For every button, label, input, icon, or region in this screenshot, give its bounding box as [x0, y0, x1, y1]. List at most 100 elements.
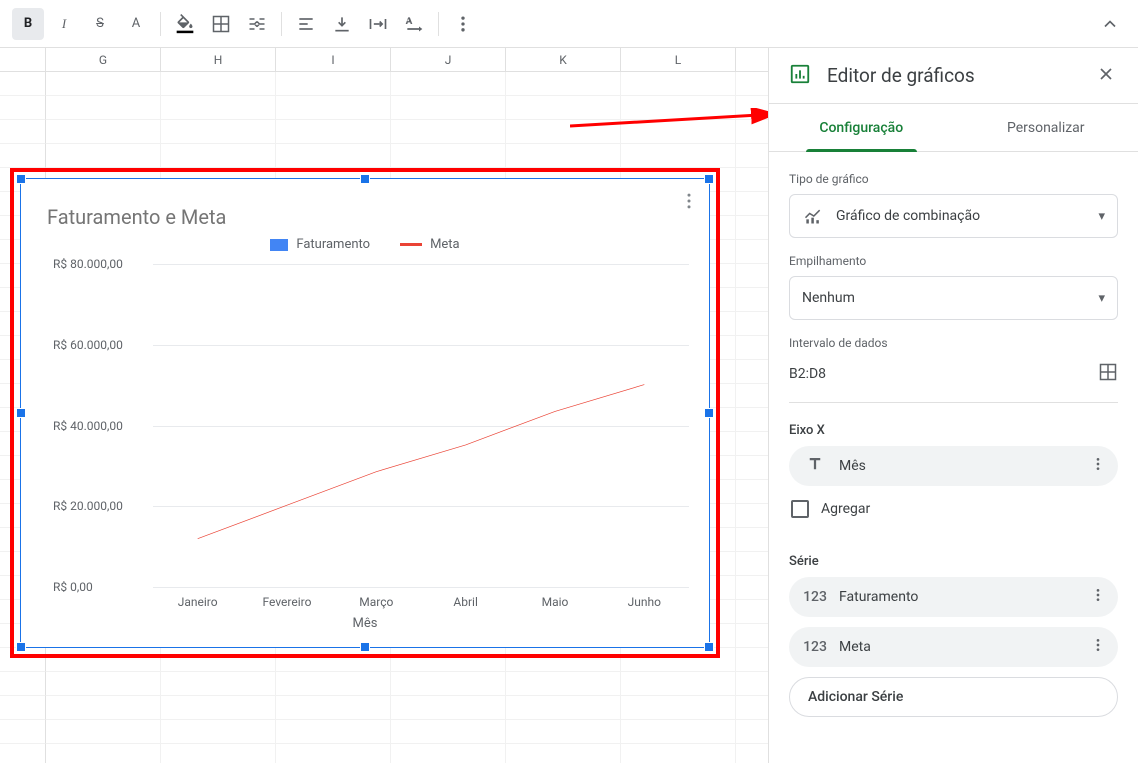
col-header[interactable]: L	[621, 48, 736, 71]
more-button[interactable]	[447, 8, 479, 40]
toolbar-separator	[438, 12, 439, 36]
legend-swatch-bar	[270, 239, 288, 251]
number-type-icon: 123	[803, 589, 827, 605]
align-left-icon	[296, 14, 316, 34]
resize-handle[interactable]	[16, 642, 26, 652]
add-series-button[interactable]: Adicionar Série	[789, 677, 1118, 717]
col-corner	[0, 48, 46, 71]
panel-header: Editor de gráficos	[769, 48, 1138, 104]
grid-icon	[1098, 362, 1118, 382]
data-range-value: B2:D8	[789, 366, 826, 382]
strikethrough-button[interactable]: S	[84, 8, 116, 40]
legend-swatch-line	[400, 243, 422, 246]
collapse-toolbar-button[interactable]	[1094, 8, 1126, 40]
valign-bottom-icon	[332, 14, 352, 34]
tab-setup[interactable]: Configuração	[769, 104, 954, 151]
italic-button[interactable]: I	[48, 8, 80, 40]
italic-icon: I	[62, 16, 66, 32]
valign-button[interactable]	[326, 8, 358, 40]
y-tick-label: R$ 60.000,00	[53, 338, 123, 352]
merge-icon	[247, 14, 267, 34]
col-header[interactable]: M	[736, 48, 768, 71]
chart-object[interactable]: Faturamento e Meta Faturamento Meta R$ 0…	[20, 178, 710, 648]
xaxis-field[interactable]: Mês	[789, 446, 1118, 486]
border-all-icon	[211, 14, 231, 34]
x-tick-label: Junho	[628, 595, 661, 609]
stacking-dropdown[interactable]: Nenhum ▾	[789, 276, 1118, 320]
resize-handle[interactable]	[16, 174, 26, 184]
col-header[interactable]: G	[46, 48, 161, 71]
resize-handle[interactable]	[704, 642, 714, 652]
y-tick-label: R$ 80.000,00	[53, 257, 123, 271]
series-section-label: Série	[789, 554, 1118, 569]
pill-label: Mês	[839, 458, 1074, 474]
x-axis-title: Mês	[353, 616, 378, 631]
aggregate-checkbox[interactable]	[791, 500, 809, 518]
chart-plot-area: R$ 0,00R$ 20.000,00R$ 40.000,00R$ 60.000…	[53, 264, 689, 587]
resize-handle[interactable]	[16, 408, 26, 418]
x-tick-label: Fevereiro	[263, 595, 312, 609]
merge-cells-button[interactable]	[241, 8, 273, 40]
chart-title: Faturamento e Meta	[47, 205, 226, 229]
stacking-label: Empilhamento	[789, 254, 1118, 268]
align-button[interactable]	[290, 8, 322, 40]
field-menu-button[interactable]	[1086, 452, 1110, 480]
col-header[interactable]: H	[161, 48, 276, 71]
x-tick-label: Janeiro	[178, 595, 218, 609]
column-headers: G H I J K L M	[0, 48, 768, 72]
x-tick-label: Abril	[453, 595, 477, 609]
text-wrap-button[interactable]	[362, 8, 394, 40]
close-icon	[1096, 64, 1116, 84]
bold-icon: B	[24, 16, 32, 31]
chart-type-dropdown[interactable]: Gráfico de combinação ▾	[789, 194, 1118, 238]
legend-item-faturamento: Faturamento	[270, 237, 370, 252]
field-menu-button[interactable]	[1086, 583, 1110, 611]
resize-handle[interactable]	[360, 642, 370, 652]
spreadsheet-area[interactable]: G H I J K L M Faturamento e Meta	[0, 48, 768, 763]
legend-item-meta: Meta	[400, 237, 460, 252]
paint-bucket-icon	[175, 14, 195, 34]
dropdown-value: Nenhum	[802, 290, 1086, 306]
fill-color-button[interactable]	[169, 8, 201, 40]
select-range-button[interactable]	[1098, 362, 1118, 386]
gridline	[153, 587, 689, 588]
data-range-label: Intervalo de dados	[789, 336, 1118, 350]
legend-label: Meta	[430, 237, 460, 252]
tab-customize[interactable]: Personalizar	[954, 104, 1138, 151]
resize-handle[interactable]	[704, 174, 714, 184]
combo-chart-icon	[802, 206, 824, 226]
chart-menu-button[interactable]	[679, 191, 699, 215]
aggregate-label: Agregar	[821, 501, 870, 517]
aggregate-row: Agregar	[789, 496, 1118, 534]
data-range-row: B2:D8	[789, 358, 1118, 403]
col-header[interactable]: J	[391, 48, 506, 71]
series-field-meta[interactable]: 123 Meta	[789, 627, 1118, 667]
bold-button[interactable]: B	[12, 8, 44, 40]
chart-editor-icon	[789, 63, 811, 89]
text-color-button[interactable]: A	[120, 8, 152, 40]
close-button[interactable]	[1090, 58, 1122, 94]
caret-down-icon: ▾	[1098, 291, 1105, 306]
field-menu-button[interactable]	[1086, 633, 1110, 661]
more-vertical-icon	[1090, 637, 1106, 653]
text-color-icon: A	[132, 16, 140, 31]
chart-editor-panel: Editor de gráficos Configuração Personal…	[768, 48, 1138, 763]
x-tick-label: Maio	[542, 595, 569, 609]
col-header[interactable]: I	[276, 48, 391, 71]
col-header[interactable]: K	[506, 48, 621, 71]
text-rotation-button[interactable]	[398, 8, 430, 40]
chart-type-label: Tipo de gráfico	[789, 172, 1118, 186]
series-field-faturamento[interactable]: 123 Faturamento	[789, 577, 1118, 617]
borders-button[interactable]	[205, 8, 237, 40]
xaxis-section-label: Eixo X	[789, 423, 1118, 438]
panel-title: Editor de gráficos	[827, 64, 1074, 87]
pill-label: Faturamento	[839, 589, 1074, 605]
caret-down-icon: ▾	[1098, 209, 1105, 224]
resize-handle[interactable]	[360, 174, 370, 184]
annotation-arrow	[570, 108, 768, 138]
more-vertical-icon	[679, 191, 699, 211]
toolbar-separator	[281, 12, 282, 36]
pill-label: Meta	[839, 639, 1074, 655]
resize-handle[interactable]	[704, 408, 714, 418]
panel-body: Tipo de gráfico Gráfico de combinação ▾ …	[769, 152, 1138, 763]
